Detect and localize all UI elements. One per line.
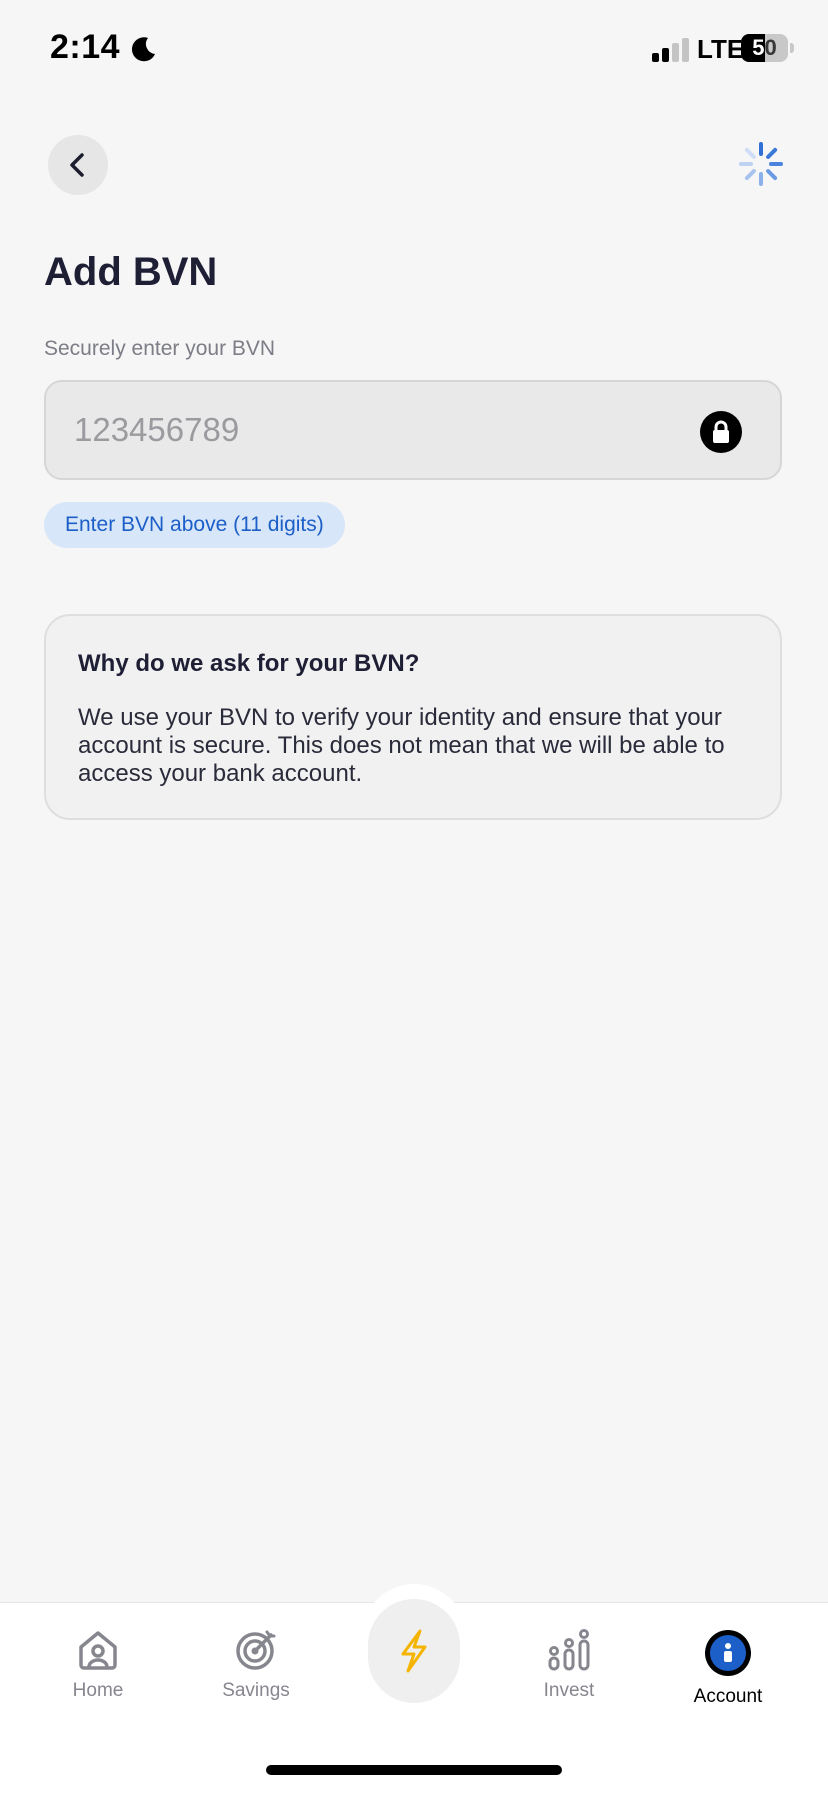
home-icon: [79, 1631, 117, 1670]
nav-invest-label: Invest: [543, 1680, 595, 1701]
info-card-body: We use your BVN to verify your identity …: [78, 704, 725, 787]
account-icon: [705, 1630, 751, 1676]
bvn-hint-badge: Enter BVN above (11 digits): [44, 502, 345, 548]
nav-account-label: Account: [693, 1686, 763, 1707]
network-label: LTE: [697, 34, 745, 64]
nav-home[interactable]: Home: [38, 1628, 158, 1702]
nav-savings-label: Savings: [222, 1680, 290, 1701]
nav-home-label: Home: [72, 1680, 124, 1701]
nav-account[interactable]: Account: [668, 1628, 788, 1708]
bvn-field-label: Securely enter your BVN: [44, 337, 276, 360]
battery-percent: 50: [752, 35, 777, 60]
back-button[interactable]: [48, 135, 108, 195]
info-card: Why do we ask for your BVN? We use your …: [44, 614, 782, 820]
lock-icon: [700, 411, 742, 453]
home-indicator: [266, 1765, 562, 1775]
quick-action-button[interactable]: [368, 1599, 460, 1703]
info-card-title: Why do we ask for your BVN?: [78, 650, 420, 677]
moon-icon: [131, 37, 155, 62]
nav-savings[interactable]: Savings: [196, 1628, 316, 1702]
lightning-icon: [401, 1629, 427, 1673]
target-icon: [236, 1630, 276, 1670]
bvn-input[interactable]: [74, 382, 634, 478]
page-title: Add BVN: [44, 250, 218, 294]
battery-icon: 50: [741, 34, 795, 62]
bvn-field[interactable]: [44, 380, 782, 480]
nav-invest[interactable]: Invest: [509, 1628, 629, 1702]
status-time: 2:14: [50, 28, 121, 66]
chevron-left-icon: [70, 153, 84, 177]
spinner-icon: [739, 142, 783, 186]
signal-icon: [652, 38, 689, 62]
invest-icon: [548, 1629, 590, 1671]
